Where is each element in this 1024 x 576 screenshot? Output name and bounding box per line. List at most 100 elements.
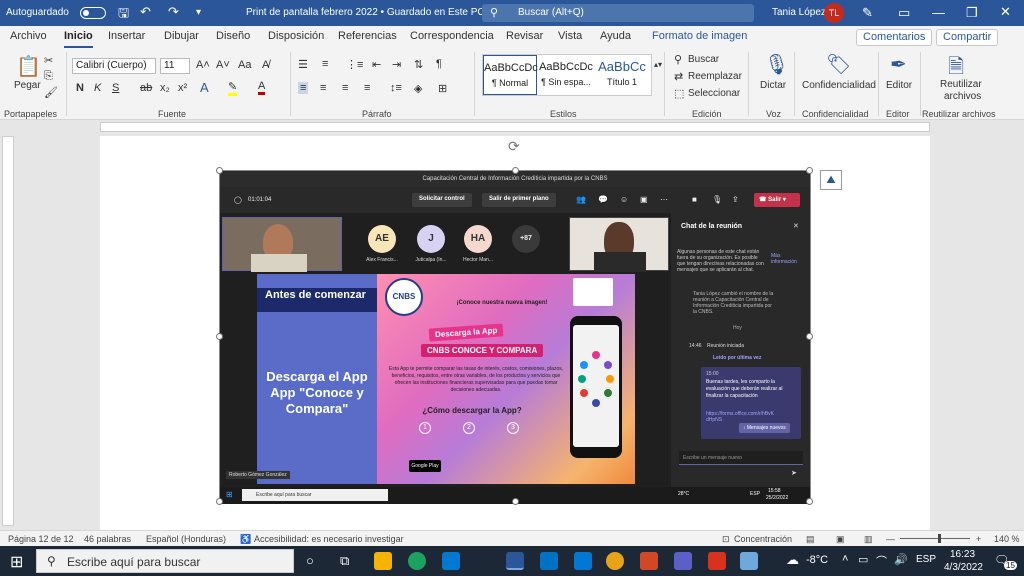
layout-options-icon[interactable]: ⛰	[820, 170, 842, 190]
editor-icon[interactable]: ✒	[890, 52, 907, 77]
cortana-icon[interactable]: ○	[306, 553, 314, 568]
teams-icon[interactable]	[674, 552, 692, 570]
search-box[interactable]: ⚲ Buscar (Alt+Q)	[482, 4, 754, 22]
more-icon[interactable]: ⋯	[660, 195, 668, 204]
align-center-icon[interactable]: ≡	[320, 82, 326, 94]
font-name-select[interactable]: Calibri (Cuerpo)	[72, 58, 156, 74]
line-spacing-icon[interactable]: ↕≡	[390, 82, 402, 94]
pen-icon[interactable]: ✎	[862, 5, 873, 21]
dictate-label[interactable]: Dictar	[760, 80, 786, 91]
task-view-icon[interactable]: ⧉	[340, 553, 349, 569]
compose-box[interactable]: Escribe un mensaje nuevo	[679, 451, 803, 465]
find-icon[interactable]: ⚲	[674, 53, 682, 66]
tab-ayuda[interactable]: Ayuda	[600, 30, 631, 42]
acrobat-icon[interactable]	[708, 552, 726, 570]
zoom-slider[interactable]	[900, 538, 970, 539]
weather-temp[interactable]: -8°C	[806, 554, 828, 566]
chat-close-icon[interactable]: ✕	[793, 222, 799, 230]
cut-icon[interactable]: ✂	[44, 54, 53, 67]
bold-icon[interactable]: N	[76, 82, 84, 94]
style-no-spacing[interactable]: AaBbCcDc ¶ Sin espa...	[539, 55, 593, 95]
share-screen-icon[interactable]: ⇪	[732, 195, 739, 204]
strikethrough-icon[interactable]: ab	[140, 82, 152, 94]
web-layout-icon[interactable]: ▥	[864, 534, 873, 545]
taskbar-language[interactable]: ESP	[916, 554, 936, 565]
outlook-icon[interactable]	[540, 552, 558, 570]
close-icon[interactable]: ✕	[1000, 4, 1011, 20]
network-icon[interactable]: ▭	[858, 553, 868, 566]
tab-diseno[interactable]: Diseño	[216, 30, 250, 42]
resize-handle[interactable]	[806, 333, 813, 340]
highlight-icon[interactable]: ✎	[228, 80, 238, 96]
styles-scroll-icon[interactable]: ▴▾	[654, 60, 662, 69]
tab-correspondencia[interactable]: Correspondencia	[410, 30, 494, 42]
tab-archivo[interactable]: Archivo	[10, 30, 47, 42]
underline-icon[interactable]: S	[112, 82, 119, 94]
style-heading-1[interactable]: AaBbCc Título 1	[595, 55, 649, 95]
resize-handle[interactable]	[512, 498, 519, 505]
change-case-icon[interactable]: Aa	[238, 59, 251, 71]
sensitivity-icon[interactable]: 🏷	[826, 52, 851, 77]
save-icon[interactable]: 🖫	[118, 4, 129, 26]
video-tile-participant[interactable]	[569, 217, 669, 272]
camera-icon[interactable]: ■	[692, 195, 697, 204]
mail-icon[interactable]	[574, 552, 592, 570]
share-button[interactable]: Compartir	[936, 29, 999, 46]
superscript-icon[interactable]: x²	[178, 82, 187, 94]
resize-handle[interactable]	[806, 498, 813, 505]
italic-icon[interactable]: K	[94, 82, 101, 94]
read-mode-icon[interactable]: ▤	[806, 534, 815, 545]
resize-handle[interactable]	[512, 167, 519, 174]
taskbar-search-box[interactable]: ⚲ Escribe aquí para buscar	[36, 549, 294, 573]
decrease-indent-icon[interactable]: ⇤	[372, 58, 381, 71]
tab-revisar[interactable]: Revisar	[506, 30, 543, 42]
powerpoint-icon[interactable]	[640, 552, 658, 570]
ruler-track[interactable]	[100, 122, 930, 132]
message-link[interactable]: https://forms.office.com/r/hBvK dHpNS	[706, 411, 774, 423]
mic-icon[interactable]: 🎙	[712, 195, 722, 204]
new-messages-button[interactable]: ↓ Mensajes nuevos	[739, 423, 790, 433]
increase-indent-icon[interactable]: ⇥	[392, 58, 401, 71]
edge-icon[interactable]	[408, 552, 426, 570]
numbering-icon[interactable]: ≡	[322, 58, 328, 70]
tab-inicio[interactable]: Inicio	[64, 30, 93, 48]
exit-foreground-button[interactable]: Salir de primer plano	[482, 193, 556, 207]
zoom-level[interactable]: 140 %	[994, 534, 1020, 544]
more-info-link[interactable]: Más información	[771, 253, 797, 265]
editor-label[interactable]: Editor	[886, 80, 912, 91]
text-effects-icon[interactable]: A	[200, 80, 209, 95]
find-label[interactable]: Buscar	[688, 54, 719, 65]
borders-icon[interactable]: ⊞	[438, 82, 447, 95]
shrink-font-icon[interactable]: A˅	[216, 59, 230, 71]
zoom-in-icon[interactable]: +	[976, 534, 981, 544]
resize-handle[interactable]	[216, 167, 223, 174]
windows-start-icon[interactable]: ⊞	[10, 552, 23, 572]
tab-insertar[interactable]: Insertar	[108, 30, 145, 42]
justify-icon[interactable]: ≡	[364, 82, 370, 94]
page-count[interactable]: Página 12 de 12	[8, 534, 74, 544]
rotate-handle-icon[interactable]: ⟳	[508, 138, 520, 155]
leave-button[interactable]: ☎ Salir ▾	[754, 193, 800, 207]
wifi-icon[interactable]: ⌒	[876, 553, 887, 569]
ribbon-display-icon[interactable]: ▭	[898, 5, 910, 21]
replace-label[interactable]: Reemplazar	[688, 71, 742, 82]
undo-icon[interactable]: ↶	[140, 4, 151, 20]
video-tile-presenter[interactable]	[222, 217, 342, 272]
format-painter-icon[interactable]: 🖌	[44, 86, 58, 99]
clear-format-icon[interactable]: A̸	[262, 59, 269, 71]
select-icon[interactable]: ⬚	[674, 87, 684, 100]
word-count[interactable]: 46 palabras	[84, 534, 131, 544]
participant-avatar[interactable]: HA	[464, 225, 492, 253]
request-control-button[interactable]: Solicitar control	[412, 193, 472, 207]
embedded-screenshot[interactable]: Capacitación Central de Información Cred…	[216, 167, 813, 505]
tab-referencias[interactable]: Referencias	[338, 30, 397, 42]
volume-icon[interactable]: 🔊	[894, 553, 908, 566]
word-icon[interactable]	[506, 552, 524, 570]
redo-icon[interactable]: ↷	[168, 4, 179, 20]
select-label[interactable]: Seleccionar	[688, 88, 740, 99]
more-participants-badge[interactable]: +87	[512, 225, 540, 253]
paste-icon[interactable]: 📋	[16, 54, 41, 79]
resize-handle[interactable]	[806, 167, 813, 174]
minimize-icon[interactable]: —	[932, 5, 945, 20]
show-marks-icon[interactable]: ¶	[436, 58, 442, 70]
